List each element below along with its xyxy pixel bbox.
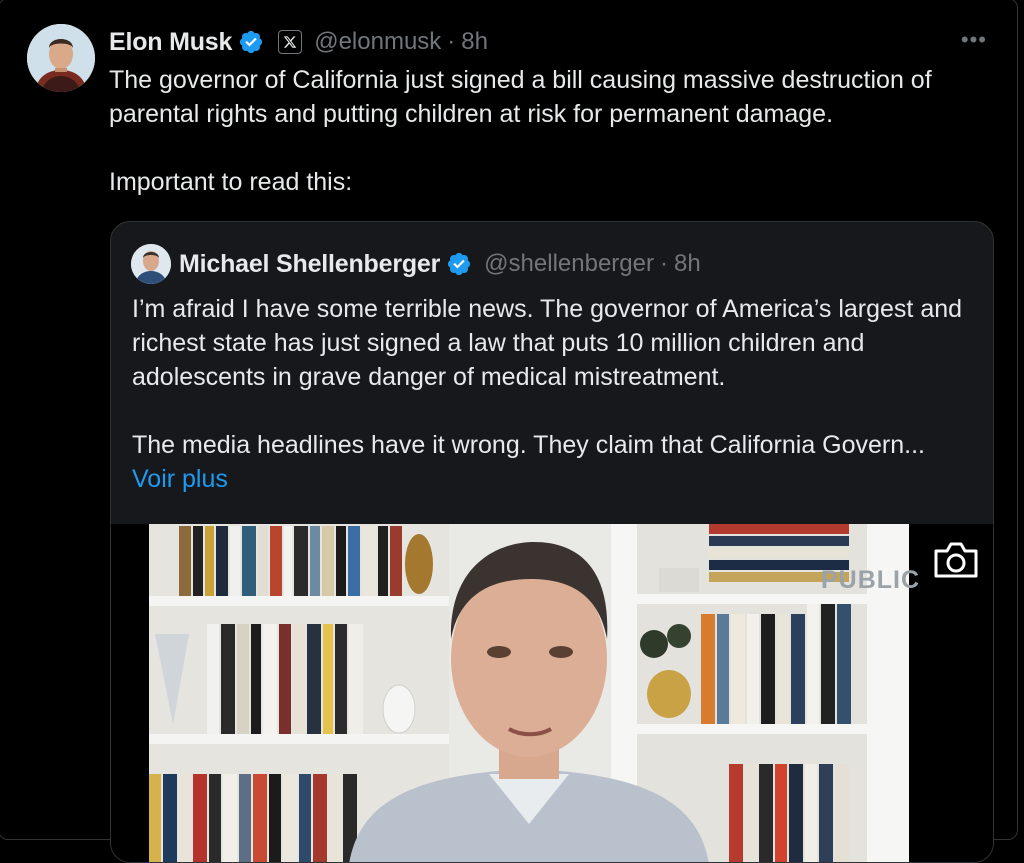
quote-author-handle[interactable]: @shellenberger: [484, 250, 654, 278]
quote-avatar-image: [131, 244, 171, 284]
see-more-link[interactable]: Voir plus: [132, 465, 228, 493]
quote-text-paragraph: The media headlines have it wrong. They …: [132, 431, 925, 459]
quoted-tweet[interactable]: Michael Shellenberger @shellenberger · 8…: [110, 221, 994, 863]
tweet-card: Elon Musk @elonmusk · 8h ••• The governo…: [0, 0, 1018, 863]
quote-avatar[interactable]: [131, 244, 171, 284]
tweet-text: The governor of California just signed a…: [109, 63, 999, 199]
quote-text: I’m afraid I have some terrible news. Th…: [132, 292, 982, 496]
author-name[interactable]: Elon Musk: [109, 28, 232, 57]
separator-dot: ·: [447, 28, 456, 55]
tweet-header: Elon Musk @elonmusk · 8h: [109, 25, 488, 59]
verified-badge-icon[interactable]: [238, 29, 264, 55]
tweet-text-paragraph: The governor of California just signed a…: [109, 66, 932, 128]
author-handle[interactable]: @elonmusk: [314, 28, 441, 56]
video-watermark: PUBLIC: [821, 566, 921, 594]
quote-timestamp[interactable]: 8h: [674, 250, 701, 278]
tweet-text-paragraph: Important to read this:: [109, 168, 353, 196]
separator-dot: ·: [659, 250, 668, 277]
quote-video[interactable]: PUBLIC: [111, 524, 993, 862]
x-affiliation-icon[interactable]: [278, 30, 303, 54]
verified-badge-icon[interactable]: [446, 251, 472, 277]
x-logo-icon: [283, 36, 297, 48]
video-frame: [149, 524, 909, 862]
quote-author-name[interactable]: Michael Shellenberger: [179, 250, 440, 279]
more-options-icon[interactable]: •••: [961, 27, 987, 53]
avatar-image: [27, 24, 95, 92]
avatar[interactable]: [27, 24, 95, 92]
timestamp[interactable]: 8h: [461, 28, 488, 56]
quote-text-paragraph: I’m afraid I have some terrible news. Th…: [132, 295, 963, 391]
quote-header: Michael Shellenberger @shellenberger · 8…: [179, 246, 701, 282]
video-still-image: [149, 524, 909, 862]
camera-icon: [934, 542, 978, 578]
